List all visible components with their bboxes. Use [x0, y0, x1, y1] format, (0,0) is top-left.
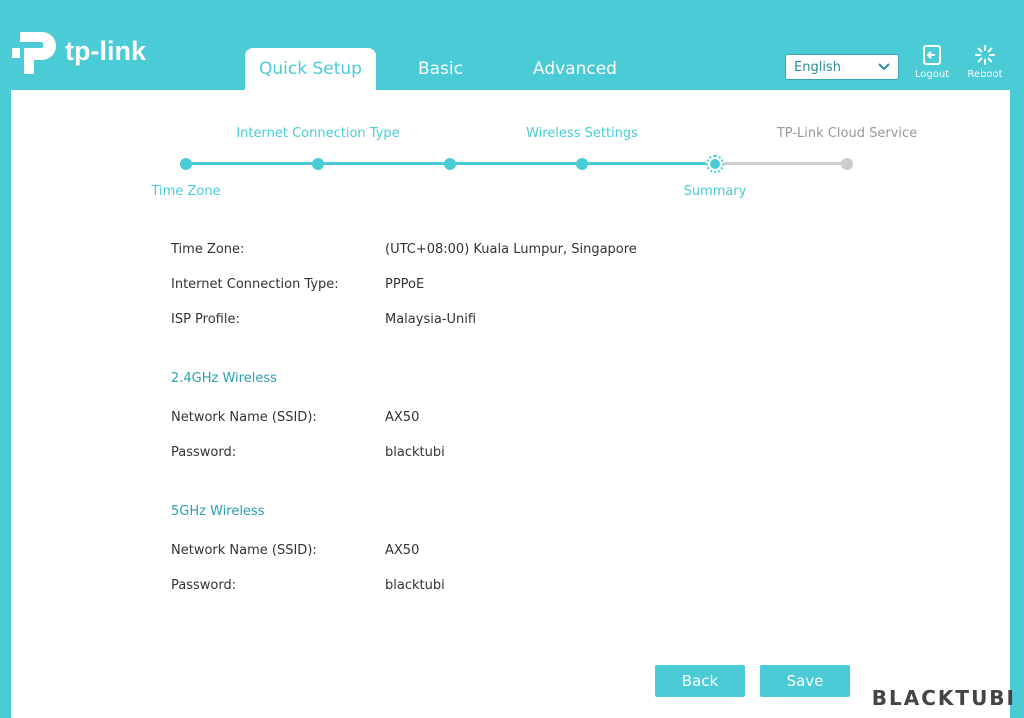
step-label-summary: Summary [683, 184, 747, 199]
isp-profile-value: Malaysia-Unifi [385, 312, 477, 327]
reboot-button[interactable]: Reboot [963, 44, 1007, 80]
main-tabs: Quick Setup Basic Advanced [245, 48, 631, 90]
back-button[interactable]: Back [655, 665, 745, 697]
ssid-5ghz-value: AX50 [385, 543, 420, 558]
step-dot-wireless-settings [576, 158, 588, 170]
tab-advanced[interactable]: Advanced [519, 48, 631, 90]
watermark: BLACKTUBI [871, 686, 1016, 710]
step-dot-isp [444, 158, 456, 170]
tab-basic[interactable]: Basic [404, 48, 477, 90]
ssid-5ghz-label: Network Name (SSID): [171, 543, 317, 558]
isp-profile-label: ISP Profile: [171, 312, 240, 327]
step-dot-internet-connection-type [312, 158, 324, 170]
step-label-internet-connection-type: Internet Connection Type [236, 126, 400, 141]
step-label-time-zone: Time Zone [151, 184, 221, 199]
logo-text: tp-link [65, 35, 146, 66]
language-value: English [794, 59, 841, 75]
logout-label: Logout [914, 69, 950, 80]
reboot-label: Reboot [967, 69, 1003, 80]
tab-quick-setup[interactable]: Quick Setup [245, 48, 376, 90]
step-label-wireless-settings: Wireless Settings [526, 126, 638, 141]
step-dot-summary [706, 155, 724, 173]
logout-icon [923, 45, 941, 65]
connection-type-value: PPPoE [385, 277, 425, 292]
logout-button[interactable]: Logout [910, 44, 954, 80]
password-24ghz-value: blacktubi [385, 445, 445, 460]
ssid-24ghz-label: Network Name (SSID): [171, 410, 317, 425]
password-5ghz-value: blacktubi [385, 578, 445, 593]
chevron-down-icon [878, 63, 890, 71]
reboot-icon [975, 45, 995, 65]
step-label-cloud-service: TP-Link Cloud Service [776, 126, 918, 141]
language-select[interactable]: English [785, 54, 899, 80]
tp-link-logo: tp-link [10, 28, 146, 78]
wireless-5ghz-title: 5GHz Wireless [171, 504, 265, 519]
password-24ghz-label: Password: [171, 445, 237, 460]
ssid-24ghz-value: AX50 [385, 410, 420, 425]
time-zone-label: Time Zone: [171, 242, 245, 257]
save-button[interactable]: Save [760, 665, 850, 697]
connection-type-label: Internet Connection Type: [171, 277, 339, 292]
main-panel: Time Zone Internet Connection Type Wirel… [11, 90, 1010, 718]
time-zone-value: (UTC+08:00) Kuala Lumpur, Singapore [385, 242, 637, 257]
tp-link-logo-icon [12, 32, 56, 74]
step-dot-cloud-service [841, 158, 853, 170]
progress-track-pending [715, 162, 847, 165]
step-dot-time-zone [180, 158, 192, 170]
password-5ghz-label: Password: [171, 578, 237, 593]
wireless-24ghz-title: 2.4GHz Wireless [171, 371, 277, 386]
